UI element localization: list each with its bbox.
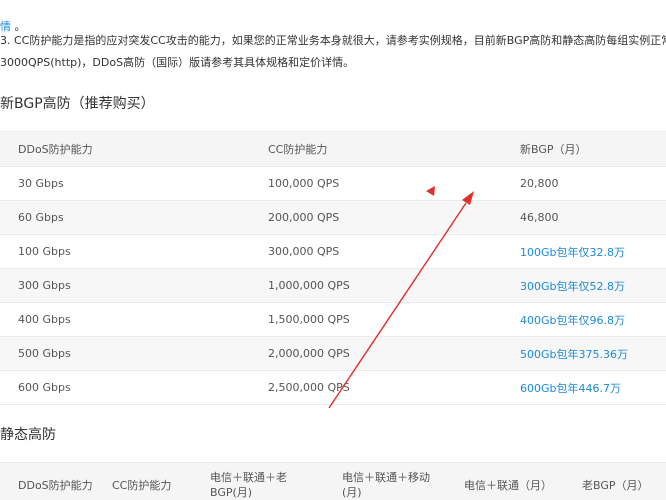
header-telecom-unicom: 电信＋联通（月） <box>446 462 564 500</box>
cell-ddos: 30 Gbps <box>0 166 250 201</box>
cell-cc: 200,000 QPS <box>250 200 502 235</box>
header-telecom-unicom-oldbgp: 电信＋联通＋老BGP(月) <box>192 462 324 500</box>
price-link[interactable]: 600Gb包年446.7万 <box>502 370 666 405</box>
table-row: 400 Gbps 1,500,000 QPS 400Gb包年仅96.8万 <box>0 302 666 337</box>
table-header-row: DDoS防护能力 CC防护能力 新BGP（月） <box>0 131 666 167</box>
header-old-bgp: 老BGP（月） <box>564 462 666 500</box>
price-link[interactable]: 300Gb包年仅52.8万 <box>502 268 666 303</box>
bgp-pricing-table: DDoS防护能力 CC防护能力 新BGP（月） 30 Gbps 100,000 … <box>0 131 666 405</box>
clipped-intro-line <box>0 0 666 16</box>
header-cc: CC防护能力 <box>250 131 502 167</box>
table-row: 60 Gbps 200,000 QPS 46,800 <box>0 200 666 235</box>
table-header-row: DDoS防护能力 CC防护能力 电信＋联通＋老BGP(月) 电信＋联通＋移动(月… <box>0 462 666 500</box>
header-cc: CC防护能力 <box>94 462 192 500</box>
cell-ddos: 100 Gbps <box>0 234 250 269</box>
cell-price: 46,800 <box>502 200 666 235</box>
header-telecom-unicom-mobile: 电信＋联通＋移动(月) <box>324 462 446 500</box>
cell-ddos: 300 Gbps <box>0 268 250 303</box>
static-pricing-table: DDoS防护能力 CC防护能力 电信＋联通＋老BGP(月) 电信＋联通＋移动(月… <box>0 462 666 500</box>
price-link[interactable]: 100Gb包年仅32.8万 <box>502 234 666 269</box>
cc-note: 3. CC防护能力是指的应对突发CC攻击的能力，如果您的正常业务本身就很大，请参… <box>0 30 666 74</box>
cell-cc: 1,500,000 QPS <box>250 302 502 337</box>
price-link[interactable]: 500Gb包年375.36万 <box>502 336 666 371</box>
cell-ddos: 400 Gbps <box>0 302 250 337</box>
cell-cc: 100,000 QPS <box>250 166 502 201</box>
table-row: 500 Gbps 2,000,000 QPS 500Gb包年375.36万 <box>0 336 666 371</box>
table-row: 30 Gbps 100,000 QPS 20,800 <box>0 166 666 201</box>
cell-ddos: 60 Gbps <box>0 200 250 235</box>
header-ddos: DDoS防护能力 <box>0 131 250 167</box>
cell-ddos: 600 Gbps <box>0 370 250 405</box>
table-row: 300 Gbps 1,000,000 QPS 300Gb包年仅52.8万 <box>0 268 666 303</box>
cell-cc: 300,000 QPS <box>250 234 502 269</box>
cell-price: 20,800 <box>502 166 666 201</box>
cell-cc: 2,500,000 QPS <box>250 370 502 405</box>
cell-cc: 2,000,000 QPS <box>250 336 502 371</box>
cell-ddos: 500 Gbps <box>0 336 250 371</box>
header-ddos: DDoS防护能力 <box>0 462 94 500</box>
table-row: 600 Gbps 2,500,000 QPS 600Gb包年446.7万 <box>0 370 666 405</box>
cc-note-line-2: 3000QPS(http)，DDoS高防（国际）版请参考其具体规格和定价详情。 <box>0 56 355 69</box>
cell-cc: 1,000,000 QPS <box>250 268 502 303</box>
table-row: 100 Gbps 300,000 QPS 100Gb包年仅32.8万 <box>0 234 666 269</box>
section-title-static: 静态高防 <box>0 427 56 443</box>
page: 情 。 3. CC防护能力是指的应对突发CC攻击的能力，如果您的正常业务本身就很… <box>0 0 666 500</box>
price-link[interactable]: 400Gb包年仅96.8万 <box>502 302 666 337</box>
section-title-bgp: 新BGP高防（推荐购买） <box>0 96 155 112</box>
header-price: 新BGP（月） <box>502 131 666 167</box>
cc-note-line-1: 3. CC防护能力是指的应对突发CC攻击的能力，如果您的正常业务本身就很大，请参… <box>0 34 666 47</box>
